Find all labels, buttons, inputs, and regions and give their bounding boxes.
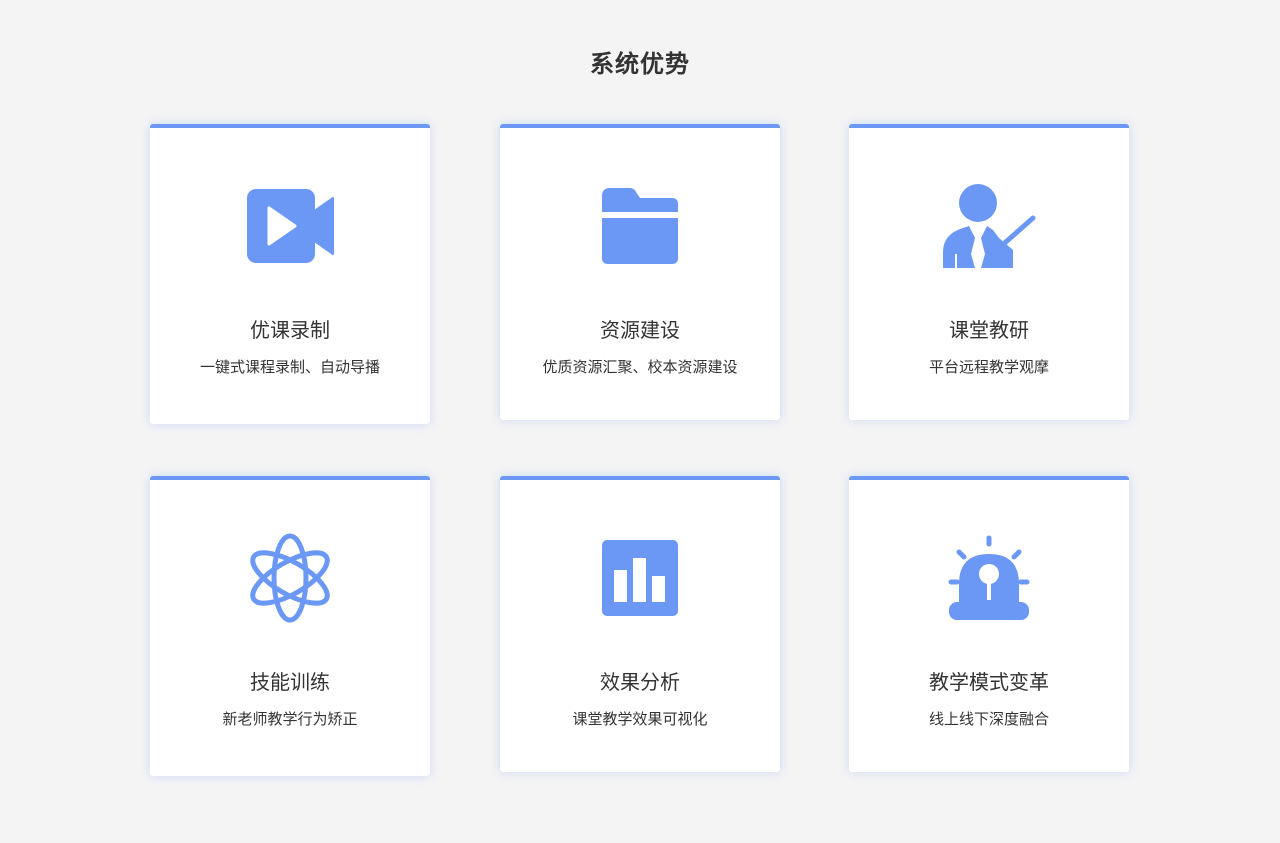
- card-resource-building[interactable]: 资源建设 优质资源汇聚、校本资源建设: [500, 124, 780, 420]
- bar-chart-icon: [590, 528, 690, 628]
- advantages-page: 系统优势 优课录制 一键式课程录制、自动导播 资源建设 优质资源汇聚、校本资源建…: [0, 0, 1280, 843]
- card-title: 优课录制: [250, 318, 330, 342]
- card-teaching-reform[interactable]: 教学模式变革 线上线下深度融合: [849, 476, 1129, 772]
- card-description: 线上线下深度融合: [928, 710, 1049, 728]
- alarm-light-icon: [939, 528, 1039, 628]
- card-description: 平台远程教学观摩: [928, 358, 1049, 376]
- atom-icon: [240, 528, 340, 628]
- card-course-recording[interactable]: 优课录制 一键式课程录制、自动导播: [150, 124, 430, 424]
- card-description: 课堂教学效果可视化: [572, 710, 708, 728]
- card-title: 资源建设: [600, 318, 680, 342]
- card-description: 优质资源汇聚、校本资源建设: [542, 358, 738, 376]
- card-description: 一键式课程录制、自动导播: [199, 358, 380, 376]
- card-effect-analysis[interactable]: 效果分析 课堂教学效果可视化: [500, 476, 780, 772]
- folder-icon: [590, 176, 690, 276]
- teacher-icon: [939, 176, 1039, 276]
- card-skill-training[interactable]: 技能训练 新老师教学行为矫正: [150, 476, 430, 776]
- card-title: 技能训练: [250, 670, 330, 694]
- card-classroom-research[interactable]: 课堂教研 平台远程教学观摩: [849, 124, 1129, 420]
- card-title: 教学模式变革: [929, 670, 1049, 694]
- card-description: 新老师教学行为矫正: [222, 710, 358, 728]
- card-title: 效果分析: [600, 670, 680, 694]
- card-title: 课堂教研: [949, 318, 1029, 342]
- video-camera-icon: [240, 176, 340, 276]
- section-title: 系统优势: [590, 50, 690, 78]
